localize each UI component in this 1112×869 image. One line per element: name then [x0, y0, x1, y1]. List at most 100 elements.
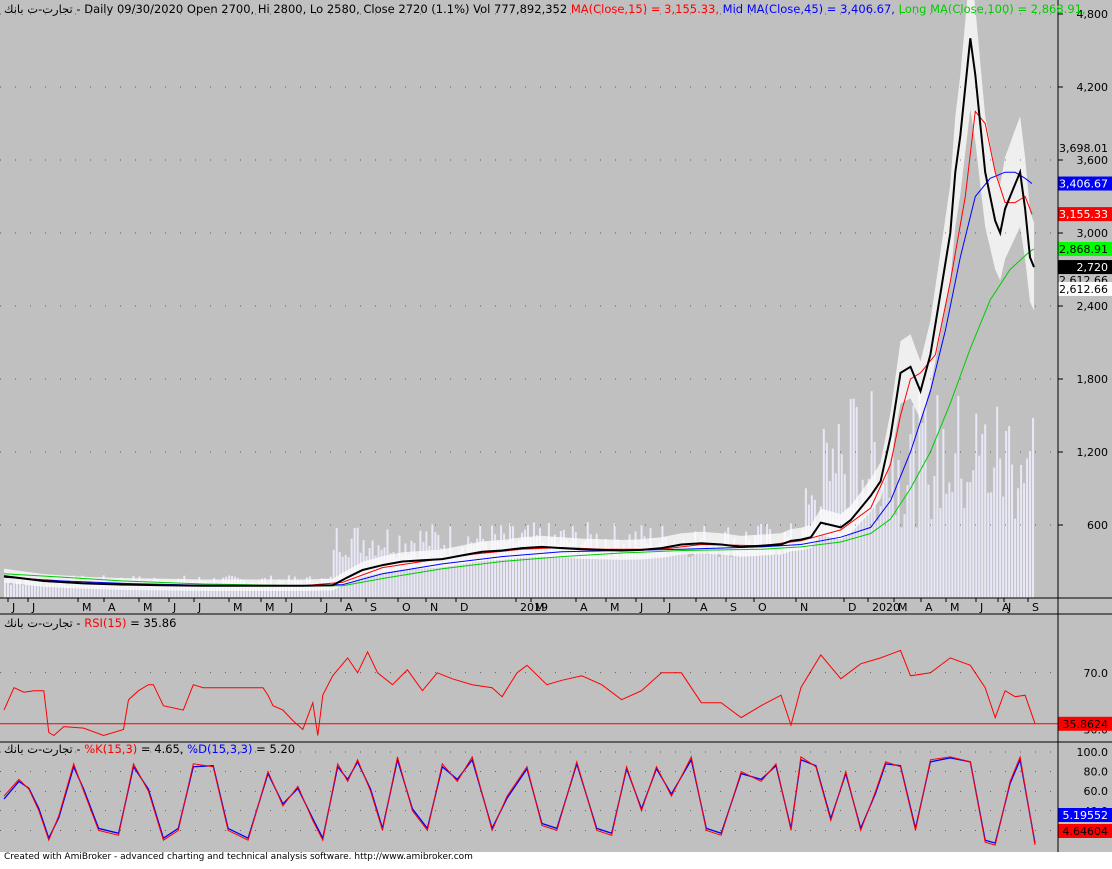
price-tick-label: 3,000 [1077, 227, 1109, 240]
date-label: J [667, 601, 671, 614]
date-label: A [700, 601, 708, 614]
volume-bar [939, 507, 942, 598]
volume-bar [42, 585, 45, 598]
volume-bar [751, 549, 754, 598]
volume-bar [981, 433, 984, 598]
stoch-header-sep: - [73, 742, 84, 756]
volume-bar [404, 543, 407, 598]
date-label: 2020 [872, 601, 900, 614]
volume-bar [526, 525, 529, 598]
rsi-pane[interactable] [0, 614, 1112, 742]
volume-bar [619, 556, 622, 598]
date-label: N [430, 601, 438, 614]
volume-bar [356, 527, 359, 598]
volume-bar [512, 526, 515, 598]
volume-bar [9, 584, 12, 598]
date-label: M [143, 601, 153, 614]
volume-bar [957, 395, 960, 598]
date-label: J [31, 601, 35, 614]
volume-bar [1026, 458, 1029, 598]
volume-bar [1023, 483, 1026, 598]
date-label: J [639, 601, 643, 614]
date-label: M [898, 601, 908, 614]
date-label: J [979, 601, 983, 614]
volume-bar [640, 525, 643, 598]
price-tick-label: 4,200 [1077, 81, 1109, 94]
date-label: A [1002, 601, 1010, 614]
price-value-label: 2,868.91 [1059, 243, 1108, 256]
volume-bar [778, 550, 781, 598]
date-label: A [108, 601, 116, 614]
rsi-value-label: 35.8624 [1063, 718, 1109, 731]
date-label: M [233, 601, 243, 614]
price-value-label: 3,698.01 [1059, 142, 1108, 155]
volume-bar [936, 395, 939, 598]
volume-bar [942, 428, 945, 598]
volume-bar [1014, 518, 1017, 598]
volume-bar [547, 522, 550, 598]
volume-bar [21, 585, 24, 598]
date-label: S [1032, 601, 1039, 614]
price-value-label: 2,720 [1077, 261, 1109, 274]
chart-canvas[interactable]: 6001,2001,8002,4003,0003,6004,2004,800 3… [0, 0, 1112, 865]
volume-bar [909, 434, 912, 598]
volume-bar [837, 423, 840, 598]
volume-bar [1017, 488, 1020, 598]
volume-bar [479, 525, 482, 598]
volume-bar [903, 514, 906, 598]
date-label: A [345, 601, 353, 614]
price-tick-label: 600 [1087, 519, 1108, 532]
volume-bar [948, 482, 951, 598]
date-label: S [370, 601, 377, 614]
date-label: O [758, 601, 767, 614]
volume-bar [807, 504, 810, 598]
volume-bar [706, 554, 709, 598]
volume-bar [718, 556, 721, 598]
price-header-details: - Daily 09/30/2020 Open 2700, Hi 2800, L… [73, 2, 571, 16]
volume-bar [969, 482, 972, 598]
volume-bar [852, 398, 855, 598]
volume-bar [610, 557, 613, 598]
volume-bar [984, 424, 987, 598]
price-tick-label: 2,400 [1077, 300, 1109, 313]
date-label: M [82, 601, 92, 614]
volume-bar [688, 557, 691, 598]
date-label: J [11, 601, 15, 614]
volume-bar [383, 547, 386, 598]
volume-bar [353, 528, 356, 598]
volume-bar [413, 543, 416, 598]
volume-bar [712, 549, 715, 598]
volume-bar [996, 406, 999, 598]
volume-bar [999, 458, 1002, 598]
rsi-tick-label: 70.0 [1084, 667, 1109, 680]
volume-bar [975, 413, 978, 598]
volume-bar [927, 484, 930, 598]
date-label: J [197, 601, 201, 614]
date-label: A [580, 601, 588, 614]
date-label: M [950, 601, 960, 614]
volume-bar [858, 515, 861, 598]
stoch-tick-label: 60.0 [1084, 785, 1109, 798]
volume-bar [921, 422, 924, 598]
date-label: M [265, 601, 275, 614]
price-header-symbol: تجارت-ت بانك [4, 2, 73, 17]
stoch-header-symbol: تجارت-ت بانك [4, 742, 73, 757]
volume-bar [888, 497, 891, 598]
volume-bar [963, 507, 966, 598]
stoch-tick-label: 80.0 [1084, 766, 1109, 779]
volume-bar [924, 400, 927, 598]
stoch-k-legend: %K(15,3) [84, 742, 137, 756]
volume-bar [661, 525, 664, 598]
volume-bar [532, 522, 535, 598]
ma45-legend: Mid MA(Close,45) = 3,406.67, [719, 2, 895, 16]
date-label: D [848, 601, 856, 614]
amibroker-chart[interactable]: 600 1,200 1,800 2,400 3,000 3,600 4,200 4,800 3… [0, 0, 1112, 865]
rsi-header: تجارت-ت بانك - RSI(15) = 35.86 [4, 616, 176, 631]
volume-bar [332, 549, 335, 598]
date-label: M [610, 601, 620, 614]
volume-bar [894, 514, 897, 598]
volume-bar [676, 548, 679, 598]
volume-bar [781, 553, 783, 598]
date-label: J [324, 601, 328, 614]
volume-bar [586, 522, 589, 598]
